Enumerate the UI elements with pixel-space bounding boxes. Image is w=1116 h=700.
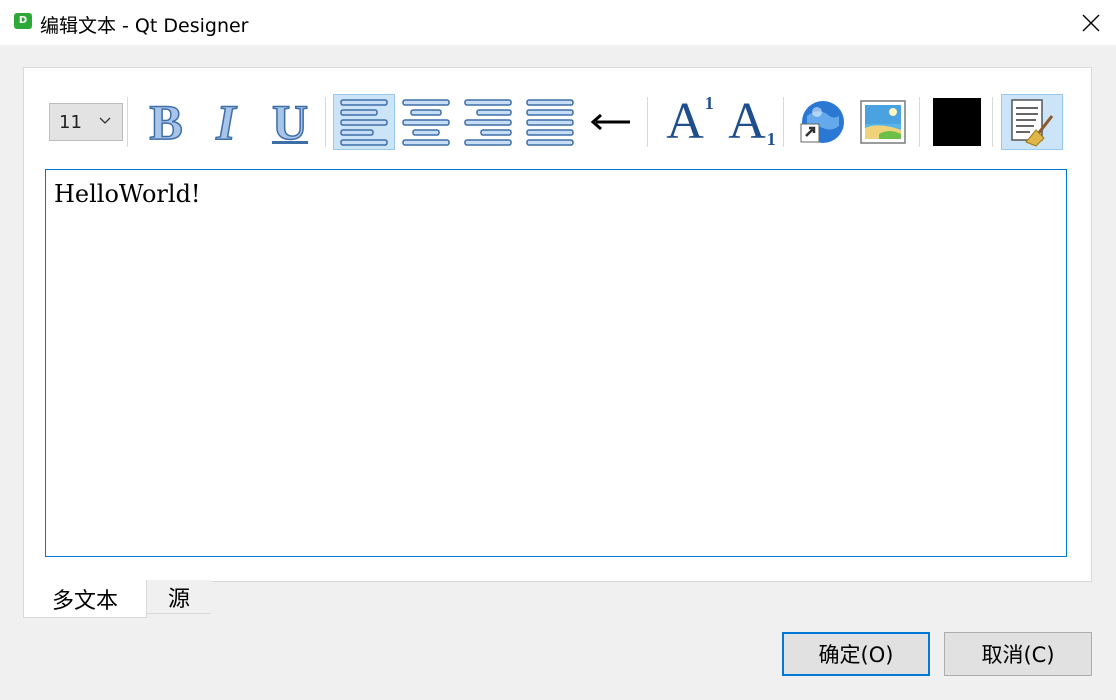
align-right-button[interactable] [461, 94, 515, 150]
text-color-button[interactable] [929, 94, 985, 150]
toolbar-separator [992, 97, 993, 147]
ok-button[interactable]: 确定(O) [782, 632, 930, 676]
editor-content: HelloWorld! [54, 180, 201, 208]
align-right-icon [464, 99, 512, 146]
subscript-icon: A1 [728, 93, 776, 150]
rich-text-editor[interactable]: HelloWorld! [45, 169, 1067, 557]
bold-icon: B [149, 94, 184, 150]
qt-designer-app-icon: D [14, 13, 32, 29]
tab-rich-text[interactable]: 多文本 [23, 580, 147, 618]
superscript-base: A [666, 93, 704, 150]
subscript-base: A [728, 93, 766, 150]
toolbar-separator [783, 97, 784, 147]
subscript-index: 1 [766, 129, 776, 149]
align-center-icon [402, 99, 450, 146]
close-icon [1082, 14, 1100, 31]
align-left-icon [340, 99, 388, 146]
simplify-rich-text-button[interactable] [1001, 94, 1063, 150]
text-color-icon [933, 98, 981, 146]
insert-image-icon [860, 100, 906, 144]
superscript-index: 1 [704, 93, 714, 113]
bold-button[interactable]: B [138, 94, 194, 150]
justify-button[interactable] [523, 94, 577, 150]
title-bar: D 编辑文本 - Qt Designer [0, 0, 1116, 45]
close-button[interactable] [1066, 0, 1116, 45]
toolbar-separator [127, 97, 128, 147]
underline-button[interactable]: U [262, 94, 318, 150]
insert-image-button[interactable] [856, 94, 910, 150]
toolbar-separator [647, 97, 648, 147]
toolbar-separator [325, 97, 326, 147]
justify-icon [526, 99, 574, 146]
superscript-icon: A1 [666, 93, 714, 150]
font-size-combobox[interactable]: 11 [49, 103, 123, 141]
insert-link-icon [800, 101, 844, 143]
underline-icon: U [271, 94, 309, 150]
chevron-down-icon [99, 117, 111, 124]
subscript-button[interactable]: A1 [718, 94, 776, 150]
right-to-left-icon [590, 113, 630, 131]
tab-source[interactable]: 源 [147, 580, 211, 614]
cancel-button[interactable]: 取消(C) [944, 632, 1092, 676]
font-size-value: 11 [59, 112, 82, 133]
window-title: 编辑文本 - Qt Designer [40, 15, 249, 37]
align-center-button[interactable] [399, 94, 453, 150]
toolbar-separator [919, 97, 920, 147]
simplify-rich-text-icon [1011, 99, 1054, 147]
superscript-button[interactable]: A1 [656, 94, 714, 150]
italic-icon: I [215, 94, 236, 150]
insert-link-button[interactable] [794, 94, 848, 150]
align-left-button[interactable] [333, 94, 395, 150]
right-to-left-button[interactable] [586, 94, 636, 150]
italic-button[interactable]: I [198, 94, 254, 150]
